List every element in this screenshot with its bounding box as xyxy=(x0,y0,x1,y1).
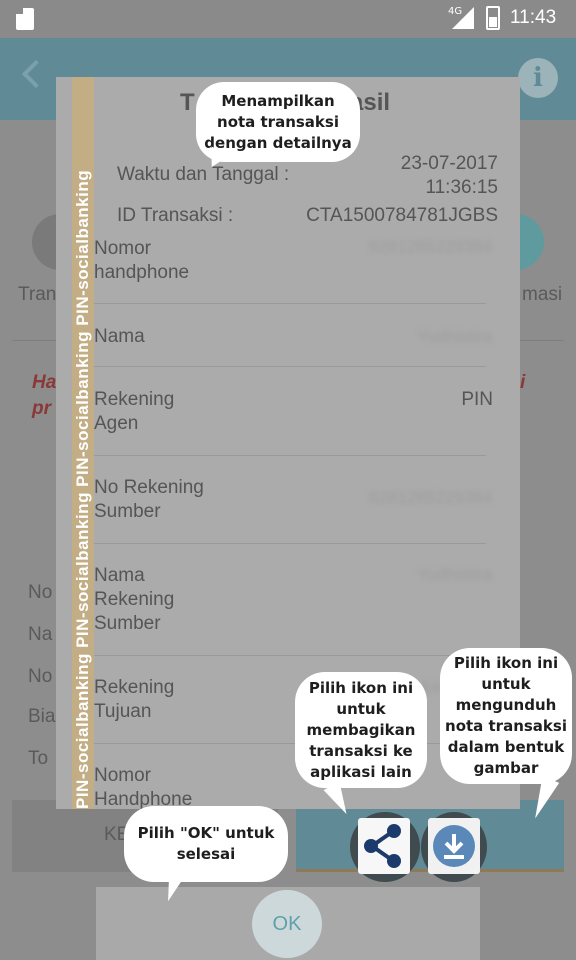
warning-text-left: Ha xyxy=(32,372,57,393)
field-value: 6281285229384 xyxy=(369,237,492,256)
tooltip-ok: Pilih "OK" untuk selesai xyxy=(124,806,288,882)
row-divider xyxy=(94,743,486,744)
bg-row-label: No xyxy=(28,666,53,687)
field-label: Nama Rekening Sumber xyxy=(94,565,175,634)
row-divider xyxy=(94,455,486,456)
field-label: No Rekening Sumber xyxy=(94,477,204,522)
share-icon xyxy=(364,824,401,868)
bg-row-label: Na xyxy=(28,624,53,645)
step-label-left: Tran xyxy=(18,284,57,305)
sd-card-icon xyxy=(16,8,34,30)
field-label: Nomor Handphone xyxy=(94,765,193,809)
bg-row-label: To xyxy=(28,748,49,769)
battery-icon xyxy=(486,6,500,30)
warning-text-left-2: pr xyxy=(32,398,51,419)
field-value: CTA1500784781JGBS xyxy=(306,205,498,226)
back-arrow-icon[interactable] xyxy=(21,59,51,89)
clock: 11:43 xyxy=(510,7,557,28)
info-icon[interactable]: i xyxy=(518,58,558,98)
field-label: Nomor handphone xyxy=(94,238,190,283)
signal-icon xyxy=(452,7,474,29)
tooltip-share: Pilih ikon ini untuk membagikan transaks… xyxy=(295,672,427,788)
download-button[interactable] xyxy=(428,818,480,874)
warning-text-right: i xyxy=(520,372,526,393)
row-divider xyxy=(94,366,486,367)
field-value: PIN xyxy=(461,389,493,410)
row-divider xyxy=(94,543,486,544)
field-value: 6281285229384 xyxy=(369,488,492,507)
field-label: ID Transaksi : xyxy=(117,205,234,226)
row-divider xyxy=(94,655,486,656)
field-label: Waktu dan Tanggal : xyxy=(117,164,290,185)
step-label-right: masi xyxy=(522,284,563,305)
status-bar: 4G 11:43 xyxy=(0,0,576,38)
tooltip-receipt: Menampilkan nota transaksi dengan detail… xyxy=(196,82,360,162)
share-button[interactable] xyxy=(358,818,410,874)
ok-button[interactable]: OK xyxy=(252,890,322,958)
download-icon xyxy=(433,825,475,867)
field-value: Yudhistira xyxy=(417,327,492,346)
field-label: Rekening Agen xyxy=(94,389,175,434)
field-value: Yudhistira xyxy=(417,565,492,584)
receipt-title-left: T xyxy=(180,89,195,116)
field-value: 23-07-2017 11:36:15 xyxy=(400,153,498,198)
bg-row-label: Bia xyxy=(28,706,56,727)
field-label: Rekening Tujuan xyxy=(94,677,175,722)
row-divider xyxy=(94,303,486,304)
field-label: Nama xyxy=(94,326,145,347)
brand-strip: PIN-socialbanking PIN-socialbanking PIN-… xyxy=(72,77,94,809)
bg-row-label: No xyxy=(28,582,53,603)
brand-strip-text: PIN-socialbanking PIN-socialbanking PIN-… xyxy=(73,169,92,809)
tooltip-download: Pilih ikon ini untuk mengunduh nota tran… xyxy=(440,648,572,784)
